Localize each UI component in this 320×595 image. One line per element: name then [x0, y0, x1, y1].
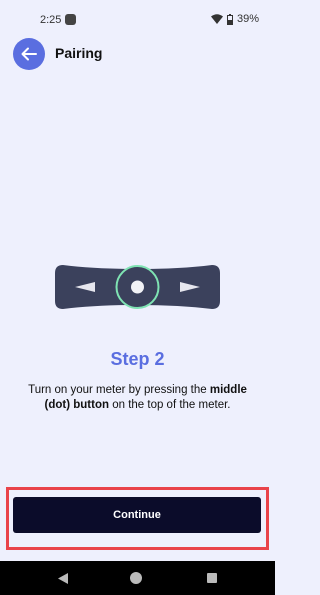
wifi-icon — [210, 14, 223, 24]
status-time: 2:25 — [40, 14, 62, 26]
nav-recents-icon[interactable] — [207, 573, 217, 583]
status-bar: 2:25 39% — [0, 0, 275, 40]
battery-icon — [226, 13, 233, 25]
status-indicators: 39% — [210, 13, 259, 25]
back-button[interactable] — [13, 38, 45, 70]
battery-percent: 39% — [236, 13, 259, 25]
instruction-text-start: Turn on your meter by pressing the — [28, 384, 210, 396]
system-nav-bar — [0, 561, 275, 595]
meter-dot-button-icon — [131, 280, 144, 294]
page-title: Pairing — [55, 45, 103, 61]
nav-back-icon[interactable] — [58, 573, 68, 584]
back-arrow-icon — [21, 47, 37, 61]
step-title: Step 2 — [110, 349, 165, 369]
meter-illustration — [55, 265, 220, 309]
nav-home-icon[interactable] — [130, 572, 142, 584]
step-instructions: Turn on your meter by pressing the middl… — [24, 383, 251, 413]
notification-icon — [65, 14, 76, 25]
instruction-text-end: on the top of the meter. — [109, 399, 231, 411]
app-header: Pairing — [0, 36, 275, 72]
continue-button[interactable]: Continue — [13, 497, 261, 533]
